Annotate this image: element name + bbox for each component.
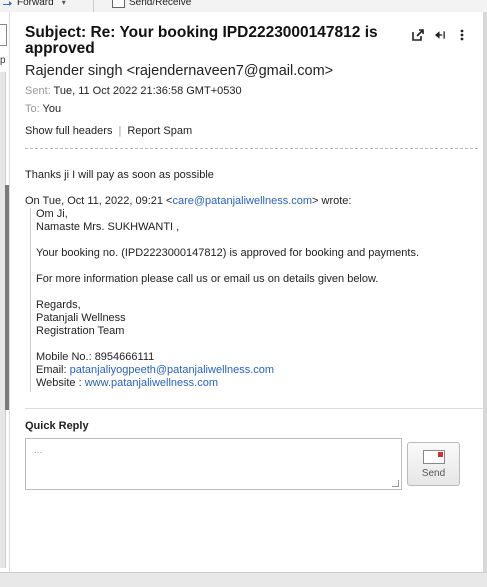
sent-value: Tue, 11 Oct 2022 21:36:58 GMT+0530 <box>53 85 242 97</box>
quote-greeting-1: Om Ji, <box>36 208 68 220</box>
forward-button[interactable]: Forward ▾ <box>2 0 66 8</box>
quote-website-row: Website : www.patanjaliwellness.com <box>36 377 218 389</box>
status-bar <box>0 572 487 587</box>
pane-divider <box>9 12 10 572</box>
quote-intro-pre: On Tue, Oct 11, 2022, 09:21 < <box>25 195 173 207</box>
quote-intro-post: > wrote: <box>312 195 352 207</box>
email-from: Rajender singh <rajendernaveen7@gmail.co… <box>25 63 334 79</box>
quick-reply-title: Quick Reply <box>25 420 89 432</box>
quick-reply-divider <box>25 408 483 409</box>
quote-paragraph-2: For more information please call us or e… <box>36 273 379 285</box>
quote-paragraph-1: Your booking no. (IPD2223000147812) is a… <box>36 247 420 259</box>
quote-website-label: Website : <box>36 377 85 389</box>
quote-greeting-2: Namaste Mrs. SUKHWANTI , <box>36 221 180 233</box>
quote-team: Registration Team <box>36 325 125 337</box>
quote-email-label: Email: <box>36 364 70 376</box>
header-links: Show full headers | Report Spam <box>25 125 192 137</box>
chevron-down-icon[interactable]: ▾ <box>62 0 66 7</box>
left-panel-field[interactable] <box>0 24 7 46</box>
reply-icon[interactable] <box>434 28 446 42</box>
send-label: Send <box>421 467 446 479</box>
to-label: To: <box>25 103 40 115</box>
email-subject: Subject: Re: Your booking IPD22230001478… <box>25 24 378 57</box>
quote-email-address-link[interactable]: patanjaliyogpeeth@patanjaliwellness.com <box>70 364 274 376</box>
body-reply-line: Thanks ji I will pay as soon as possible <box>25 169 214 181</box>
send-button[interactable]: Send <box>407 442 460 486</box>
quote-email-link[interactable]: care@patanjaliwellness.com <box>172 195 312 207</box>
toolbar: Forward ▾ Send/Receive <box>0 0 487 12</box>
quick-reply-placeholder: ... <box>34 445 43 456</box>
send-receive-icon <box>112 0 125 8</box>
quote-intro: On Tue, Oct 11, 2022, 09:21 <care@patanj… <box>25 195 351 207</box>
quote-regards: Regards, <box>36 299 81 311</box>
send-mail-icon <box>422 449 445 464</box>
show-full-headers-link[interactable]: Show full headers <box>25 125 112 137</box>
report-spam-link[interactable]: Report Spam <box>127 125 192 137</box>
forward-label: Forward <box>17 0 54 8</box>
header-actions <box>412 28 468 42</box>
open-in-new-window-icon[interactable] <box>412 28 424 42</box>
send-receive-label: Send/Receive <box>129 0 192 8</box>
header-divider <box>25 148 478 149</box>
quote-email-row: Email: patanjaliyogpeeth@patanjaliwellne… <box>36 364 274 376</box>
resize-grip-icon[interactable] <box>392 480 399 487</box>
quote-bar <box>30 208 31 392</box>
quick-reply-input[interactable]: ... <box>25 438 402 490</box>
vertical-scrollbar[interactable] <box>483 12 487 572</box>
send-receive-button[interactable]: Send/Receive <box>112 0 191 8</box>
quote-org: Patanjali Wellness <box>36 312 126 324</box>
toolbar-divider <box>93 0 94 12</box>
to-value: You <box>42 103 62 115</box>
quote-website-link[interactable]: www.patanjaliwellness.com <box>85 377 218 389</box>
forward-icon <box>3 1 12 6</box>
link-separator: | <box>118 125 122 137</box>
left-panel-fragment: p <box>0 55 6 66</box>
sent-label: Sent: <box>25 85 51 97</box>
email-sent-row: Sent: Tue, 11 Oct 2022 21:36:58 GMT+0530 <box>25 85 242 97</box>
quote-mobile: Mobile No.: 8954666111 <box>36 351 155 363</box>
more-options-icon[interactable] <box>456 28 468 42</box>
email-to-row: To: You <box>25 103 61 115</box>
